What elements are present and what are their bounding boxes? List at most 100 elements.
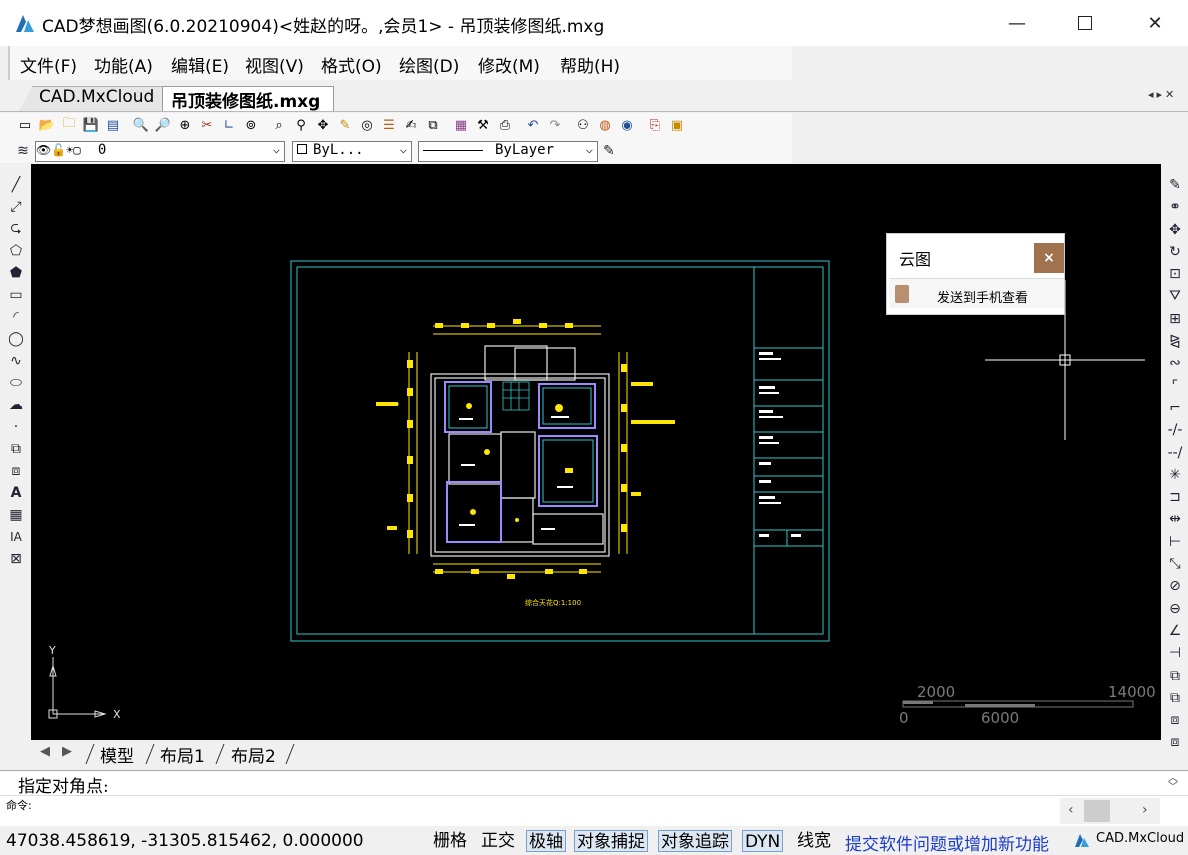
toggle-grid[interactable]: 栅格 <box>431 830 469 852</box>
tab-active-drawing[interactable]: 吊顶装修图纸.mxg <box>162 86 334 112</box>
rectangle-icon[interactable]: ▭ <box>7 286 25 304</box>
draw-order-front-icon[interactable]: ⧉ <box>1166 667 1184 685</box>
line-icon[interactable]: ╱ <box>7 176 25 194</box>
zoom-realtime-icon[interactable]: 🔍 <box>132 116 150 134</box>
layer-select[interactable]: 👁🔓☀▢ 0 ⌵ <box>35 141 285 162</box>
draw-order-back-icon[interactable]: ⧉ <box>1166 689 1184 707</box>
angle-dimension-icon[interactable]: ∠ <box>1166 622 1184 640</box>
layout-next-icon[interactable]: ▶ <box>62 744 72 759</box>
scroll-right-icon[interactable]: › <box>1142 802 1148 818</box>
menu-help[interactable]: 帮助(H) <box>560 52 620 77</box>
cloud-panel-close-button[interactable]: × <box>1034 243 1064 273</box>
window-icon[interactable]: ⧉ <box>424 116 442 134</box>
point-icon[interactable]: · <box>7 418 25 436</box>
color-select[interactable]: ByL... ⌵ <box>292 141 412 162</box>
block-icon[interactable]: ▦ <box>452 116 470 134</box>
copy-icon[interactable]: ⚭ <box>1166 198 1184 216</box>
feedback-link[interactable]: 提交软件问题或增加新功能 <box>845 830 1049 855</box>
toggle-ortho[interactable]: 正交 <box>479 830 517 852</box>
menu-view[interactable]: 视图(V) <box>245 52 304 77</box>
menu-function[interactable]: 功能(A) <box>94 52 153 77</box>
tab-mxcloud[interactable]: CAD.MxCloud <box>20 86 170 111</box>
linetype-select[interactable]: ByLayer ⌵ <box>418 141 598 162</box>
command-input-area[interactable] <box>0 796 1188 826</box>
hatch-icon[interactable]: ▦ <box>7 506 25 524</box>
zoom-all-icon[interactable]: ⊚ <box>242 116 260 134</box>
join-icon[interactable]: ⇹ <box>1166 510 1184 528</box>
mirror-icon[interactable]: ⧎ <box>1166 332 1184 350</box>
cloud-icon[interactable]: ◉ <box>618 116 636 134</box>
toggle-osnap[interactable]: 对象捕捉 <box>574 830 648 852</box>
fillet-icon[interactable]: ⌜ <box>1166 377 1184 395</box>
minimize-button[interactable]: — <box>994 0 1040 46</box>
move-icon[interactable]: ✥ <box>1166 221 1184 239</box>
scroll-thumb[interactable] <box>1084 800 1110 822</box>
zoom-extents-icon[interactable]: ✂ <box>198 116 216 134</box>
zoom-window-icon[interactable]: 🔎 <box>154 116 172 134</box>
lineweight-icon[interactable]: ✎ <box>600 142 618 160</box>
text-icon[interactable]: A <box>7 484 25 502</box>
menu-file[interactable]: 文件(F) <box>20 52 77 77</box>
draw-order-above-icon[interactable]: ⧈ <box>1166 711 1184 729</box>
save-all-icon[interactable]: ▤ <box>104 116 122 134</box>
toggle-polar[interactable]: 极轴 <box>526 830 566 852</box>
new-file-icon[interactable]: ▭ <box>16 116 34 134</box>
toggle-lineweight[interactable]: 线宽 <box>795 830 833 852</box>
stretch-icon[interactable]: ⛛ <box>1166 287 1184 305</box>
table-icon[interactable]: ⊠ <box>7 550 25 568</box>
layers-icon[interactable]: ☰ <box>380 116 398 134</box>
cloud-sync-icon[interactable]: ◍ <box>596 116 614 134</box>
extend-icon[interactable]: --/ <box>1166 444 1184 462</box>
undo-icon[interactable]: ↶ <box>524 116 542 134</box>
revision-cloud-icon[interactable]: ☁ <box>7 396 25 414</box>
layer-state-icon[interactable]: ◎ <box>358 116 376 134</box>
zoom-previous-icon[interactable]: ∟ <box>220 116 238 134</box>
radius-dimension-icon[interactable]: ⊘ <box>1166 577 1184 595</box>
text-style-icon[interactable]: ✍ <box>402 116 420 134</box>
construction-line-icon[interactable]: ⤢ <box>7 198 25 216</box>
export-pdf-icon[interactable]: ⎘ <box>646 116 664 134</box>
make-block-icon[interactable]: ⧈ <box>7 462 25 480</box>
menu-modify[interactable]: 修改(M) <box>478 52 540 77</box>
shape-icon[interactable]: ⬟ <box>7 264 25 282</box>
command-scroll-icon[interactable]: ︿ ﹀ <box>1168 774 1178 793</box>
trim-icon[interactable]: -/- <box>1166 421 1184 439</box>
send-to-phone-button[interactable]: 发送到手机查看 <box>889 278 1064 308</box>
ellipse-icon[interactable]: ⬭ <box>7 374 25 392</box>
polyline-icon[interactable]: ⮎ <box>7 220 25 238</box>
close-button[interactable]: ✕ <box>1132 0 1178 46</box>
explode-icon[interactable]: ✳ <box>1166 466 1184 484</box>
zoom-in-icon[interactable]: ⊕ <box>176 116 194 134</box>
offset-icon[interactable]: ∾ <box>1166 354 1184 372</box>
aligned-dimension-icon[interactable]: ⤡ <box>1166 555 1184 573</box>
diameter-dimension-icon[interactable]: ⊖ <box>1166 600 1184 618</box>
chamfer-icon[interactable]: ⌐ <box>1166 399 1184 417</box>
inquire-icon[interactable]: ⚲ <box>292 116 310 134</box>
scale-icon[interactable]: ⊡ <box>1166 265 1184 283</box>
horizontal-scrollbar[interactable]: ‹ › <box>1060 798 1160 824</box>
toggle-otrack[interactable]: 对象追踪 <box>658 830 732 852</box>
scroll-left-icon[interactable]: ‹ <box>1068 802 1074 818</box>
array-icon[interactable]: ⊞ <box>1166 310 1184 328</box>
users-icon[interactable]: ⚇ <box>574 116 592 134</box>
image-icon[interactable]: ▣ <box>668 116 686 134</box>
circle-icon[interactable]: ◯ <box>7 330 25 348</box>
menu-draw[interactable]: 绘图(D) <box>399 52 459 77</box>
layout-prev-icon[interactable]: ◀ <box>40 744 50 759</box>
polygon-icon[interactable]: ⬠ <box>7 242 25 260</box>
layer-manager-icon[interactable]: ≋ <box>14 142 32 160</box>
erase-icon[interactable]: ✎ <box>1166 176 1184 194</box>
open-file-icon[interactable]: 📂 <box>38 116 56 134</box>
spline-icon[interactable]: ∿ <box>7 352 25 370</box>
save-icon[interactable]: 💾 <box>82 116 100 134</box>
insert-block-tool-icon[interactable]: ⧉ <box>7 440 25 458</box>
continue-dimension-icon[interactable]: ⊣ <box>1166 644 1184 662</box>
arc-icon[interactable]: ◜ <box>7 308 25 326</box>
print-icon[interactable]: ⎙ <box>496 116 514 134</box>
rotate-icon[interactable]: ↻ <box>1166 243 1184 261</box>
draw-order-below-icon[interactable]: ⧈ <box>1166 733 1184 751</box>
measure-icon[interactable]: ⌕ <box>270 116 288 134</box>
break-icon[interactable]: ⊐ <box>1166 488 1184 506</box>
menu-edit[interactable]: 编辑(E) <box>171 52 229 77</box>
match-properties-icon[interactable]: ✎ <box>336 116 354 134</box>
